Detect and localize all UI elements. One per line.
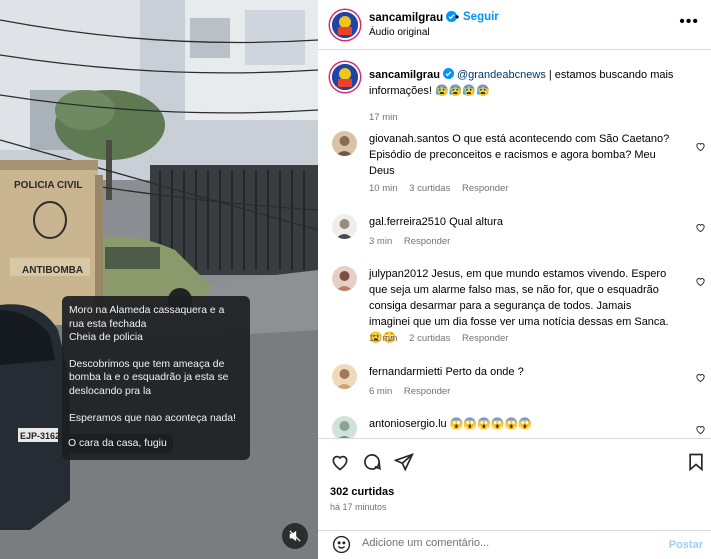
overlay-line-1: Moro na Alameda cassaquera e a rua esta … <box>69 305 225 330</box>
video-frame-image: POLICIA CIVIL ANTIBOMBA EJP-3162 <box>0 0 318 559</box>
commenter-avatar[interactable] <box>332 131 357 156</box>
caption-mention-link[interactable]: @grandeabcnews <box>457 69 546 81</box>
commenter-username[interactable]: julypan2012 <box>369 268 428 280</box>
comment-text: antoniosergio.lu 😱😱😱😱😱😱 <box>369 418 532 430</box>
post-actions-bar: 302 curtidas há 17 minutos <box>318 438 711 530</box>
heart-icon[interactable] <box>330 452 350 472</box>
send-icon[interactable] <box>394 452 414 472</box>
reply-button[interactable]: Responder <box>462 333 508 344</box>
comment-text: gal.ferreira2510 Qual altura <box>369 216 503 228</box>
comment-likes[interactable]: 2 curtidas <box>409 333 450 344</box>
commenter-username[interactable]: antoniosergio.lu <box>369 418 447 430</box>
comment-meta: 6 min Responder <box>369 386 459 397</box>
author-avatar[interactable] <box>330 10 360 40</box>
commenter-username[interactable]: gal.ferreira2510 <box>369 216 446 228</box>
reply-button[interactable]: Responder <box>404 386 450 397</box>
comment-like-heart-icon[interactable] <box>695 276 706 287</box>
reply-button[interactable]: Responder <box>404 236 450 247</box>
comment-meta: 12 min 2 curtidas Responder <box>369 333 517 344</box>
overlay-line-5: O cara da casa, fugiu <box>62 434 173 453</box>
audio-link[interactable]: Áudio original <box>369 27 430 38</box>
comment-time: 3 min <box>369 236 393 247</box>
commenter-username[interactable]: fernandarmietti <box>369 366 442 378</box>
likes-count[interactable]: 302 curtidas <box>330 486 394 498</box>
caption-username[interactable]: sancamilgrau <box>369 69 440 81</box>
comment-meta: 10 min 3 curtidas Responder <box>369 183 517 194</box>
emoji-icon[interactable] <box>332 535 351 554</box>
comment-icon[interactable] <box>362 452 382 472</box>
comment-like-heart-icon[interactable] <box>695 424 706 435</box>
caption-avatar[interactable] <box>330 62 360 92</box>
caption-time: 17 min <box>369 112 398 123</box>
comment-like-heart-icon[interactable] <box>695 372 706 383</box>
mute-toggle-button[interactable] <box>282 523 308 549</box>
overlay-line-4: Esperamos que nao aconteça nada! <box>69 412 236 424</box>
more-options-button[interactable]: ••• <box>679 13 699 31</box>
comment-meta: 3 min Responder <box>369 236 459 247</box>
comment-time: 12 min <box>369 333 398 344</box>
post-media-video[interactable]: POLICIA CIVIL ANTIBOMBA EJP-3162 Moro na… <box>0 0 318 559</box>
verified-badge-icon <box>442 68 454 79</box>
commenter-avatar[interactable] <box>332 214 357 239</box>
svg-text:ANTIBOMBA: ANTIBOMBA <box>22 265 83 276</box>
follow-button[interactable]: Seguir <box>463 11 499 23</box>
comments-list[interactable]: sancamilgrau @grandeabcnews | estamos bu… <box>318 51 711 438</box>
svg-text:EJP-3162: EJP-3162 <box>20 431 60 441</box>
more-horizontal-icon: ••• <box>679 13 699 30</box>
comment-input[interactable] <box>362 537 622 549</box>
comment-time: 10 min <box>369 183 398 194</box>
commenter-avatar[interactable] <box>332 416 357 438</box>
comment-time: 6 min <box>369 386 393 397</box>
post-header: sancamilgrau • Seguir Áudio original ••• <box>318 0 711 50</box>
comment-like-heart-icon[interactable] <box>695 141 706 152</box>
separator-dot: • <box>455 10 460 24</box>
commenter-username[interactable]: giovanah.santos <box>369 133 449 145</box>
post-panel: sancamilgrau • Seguir Áudio original •••… <box>318 0 711 559</box>
commenter-avatar[interactable] <box>332 266 357 291</box>
reply-button[interactable]: Responder <box>462 183 508 194</box>
bookmark-icon[interactable] <box>686 452 706 472</box>
post-timestamp[interactable]: há 17 minutos <box>330 502 387 512</box>
author-username[interactable]: sancamilgrau <box>369 11 458 24</box>
post-comment-button[interactable]: Postar <box>669 539 703 551</box>
svg-text:POLICIA CIVIL: POLICIA CIVIL <box>14 180 83 191</box>
overlay-line-2: Cheia de policia <box>69 332 143 344</box>
comment-like-heart-icon[interactable] <box>695 222 706 233</box>
comment-text: giovanah.santos O que está acontecendo c… <box>369 133 670 177</box>
commenter-avatar[interactable] <box>332 364 357 389</box>
speaker-muted-icon <box>289 530 301 542</box>
add-comment-bar: Postar <box>318 530 711 559</box>
comment-text: fernandarmietti Perto da onde ? <box>369 366 524 378</box>
comment-likes[interactable]: 3 curtidas <box>409 183 450 194</box>
caption-text: sancamilgrau @grandeabcnews | estamos bu… <box>369 68 699 99</box>
overlay-line-3: Descobrimos que tem ameaça de bomba la e… <box>69 358 229 397</box>
